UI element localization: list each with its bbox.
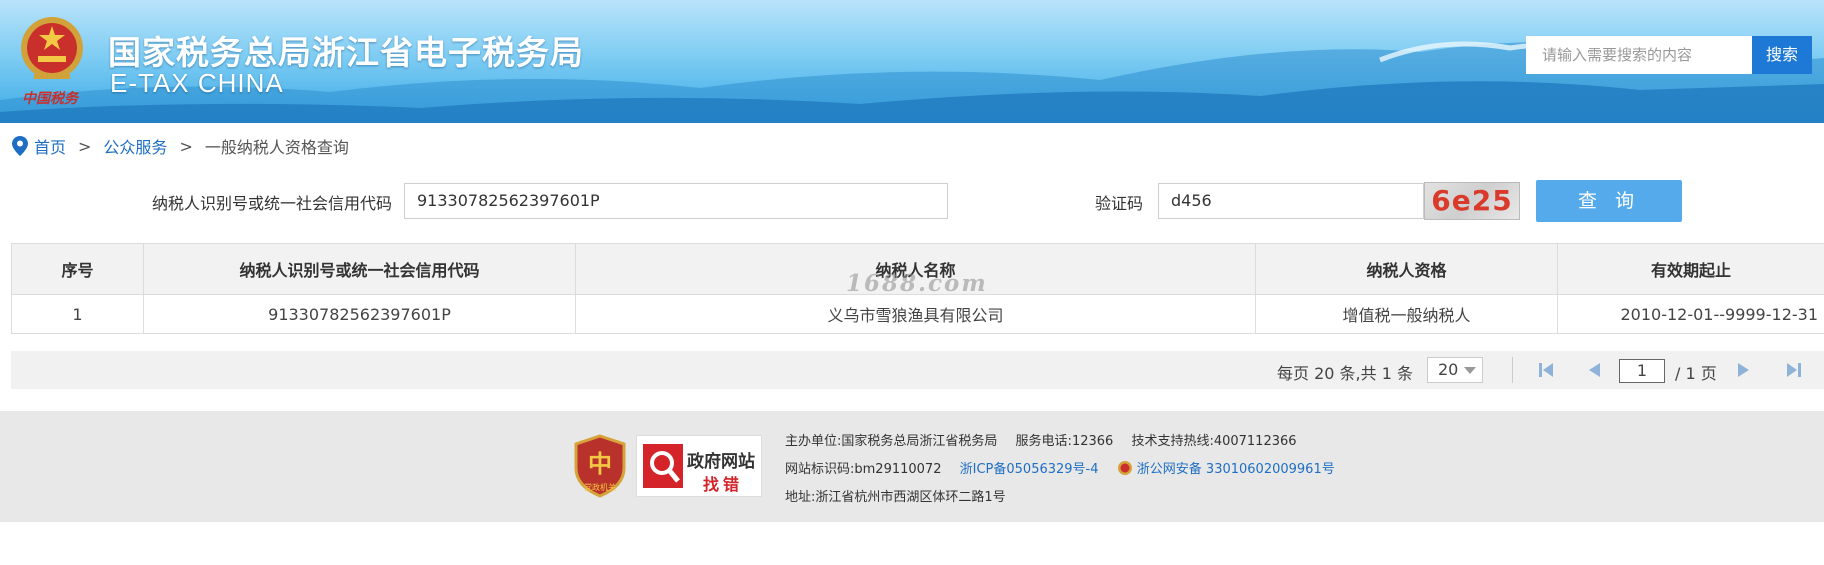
magnifier-icon: [643, 444, 683, 488]
breadcrumb-current: 一般纳税人资格查询: [204, 138, 349, 157]
site-subtitle: E-TAX CHINA: [110, 68, 284, 98]
column-header: 序号: [11, 243, 144, 295]
address-label: 地址:: [785, 490, 816, 505]
watermark-text: 1688.com: [846, 270, 988, 297]
table-cell: 1: [11, 294, 144, 334]
breadcrumb-home-link[interactable]: 首页: [34, 134, 66, 158]
host-label: 主办单位:: [785, 434, 842, 449]
site-header: 中国税务 国家税务总局浙江省电子税务局 E-TAX CHINA 请输入需要搜索的…: [0, 0, 1824, 123]
captcha-image[interactable]: 6e25: [1424, 182, 1520, 220]
first-page-icon[interactable]: [1537, 361, 1555, 379]
pagination-info: 每页 20 条,共 1 条: [1277, 364, 1413, 383]
table-cell: 义乌市雪狼渔具有限公司: [575, 294, 1256, 334]
current-page-input[interactable]: 1: [1619, 359, 1665, 383]
site-id-value: bm29110072: [854, 462, 942, 477]
captcha-input[interactable]: d456: [1158, 183, 1424, 219]
taxpayer-id-label: 纳税人识别号或统一社会信用代码: [152, 194, 393, 213]
total-pages: / 1 页: [1675, 364, 1717, 383]
gov-site-error-report-badge[interactable]: 政府网站 找错: [636, 435, 762, 497]
support-label: 技术支持热线:: [1131, 434, 1214, 449]
site-title: 国家税务总局浙江省电子税务局: [108, 33, 584, 72]
site-search-button[interactable]: 搜索: [1752, 36, 1812, 74]
query-button[interactable]: 查 询: [1536, 180, 1682, 222]
breadcrumb-separator: >: [179, 136, 193, 156]
party-government-badge-icon[interactable]: 中 党政机关: [572, 434, 628, 498]
column-header: 有效期起止: [1557, 243, 1824, 295]
support-value: 4007112366: [1213, 434, 1297, 449]
host-value: 国家税务总局浙江省税务局: [841, 434, 998, 449]
chevron-down-icon: [1464, 367, 1476, 374]
pagination-divider: [1512, 357, 1513, 383]
previous-page-icon[interactable]: [1585, 361, 1603, 379]
footer-site-id-line: 网站标识码:bm29110072 浙ICP备05056329号-4 浙公网安备 …: [785, 458, 1335, 477]
phone-value: 12366: [1071, 434, 1114, 449]
page-size-value: 20: [1438, 360, 1459, 379]
breadcrumb-separator: >: [78, 136, 92, 156]
table-cell: 2010-12-01--9999-12-31: [1557, 294, 1824, 334]
column-header: 纳税人识别号或统一社会信用代码: [143, 243, 576, 295]
police-record-link[interactable]: 浙公网安备 33010602009961号: [1137, 462, 1335, 477]
emblem-caption: 中国税务: [22, 91, 78, 107]
badge-gov-line1: 政府网站: [687, 452, 755, 472]
captcha-label: 验证码: [1095, 194, 1144, 213]
breadcrumb: 首页 > 公众服务 > 一般纳税人资格查询: [12, 134, 349, 158]
column-header: 纳税人资格: [1255, 243, 1558, 295]
table-row: 1 91330782562397601P 义乌市雪狼渔具有限公司 增值税一般纳税…: [11, 294, 1824, 334]
address-value: 浙江省杭州市西湖区体环二路1号: [815, 490, 1006, 505]
page-size-select[interactable]: 20: [1427, 357, 1483, 383]
police-badge-icon: [1117, 461, 1132, 475]
badge-party-label: 党政机关: [584, 482, 616, 492]
site-id-label: 网站标识码:: [785, 462, 855, 477]
table-cell: 增值税一般纳税人: [1255, 294, 1558, 334]
location-pin-icon: [12, 136, 28, 156]
table-cell: 91330782562397601P: [143, 294, 576, 334]
taxpayer-id-input[interactable]: 91330782562397601P: [404, 183, 948, 219]
phone-label: 服务电话:: [1015, 434, 1072, 449]
icp-link[interactable]: 浙ICP备05056329号-4: [960, 462, 1099, 477]
badge-gov-line2: 找错: [703, 475, 744, 494]
next-page-icon[interactable]: [1735, 361, 1753, 379]
footer-host-line: 主办单位:国家税务总局浙江省税务局 服务电话:12366 技术支持热线:4007…: [785, 430, 1297, 449]
breadcrumb-public-service-link[interactable]: 公众服务: [103, 134, 167, 158]
site-search-input[interactable]: 请输入需要搜索的内容: [1526, 36, 1752, 74]
footer-address-line: 地址:浙江省杭州市西湖区体环二路1号: [785, 486, 1006, 505]
svg-text:中: 中: [588, 449, 612, 478]
last-page-icon[interactable]: [1785, 361, 1803, 379]
pagination-bar: 每页 20 条,共 1 条 20 1 / 1 页: [11, 351, 1824, 389]
